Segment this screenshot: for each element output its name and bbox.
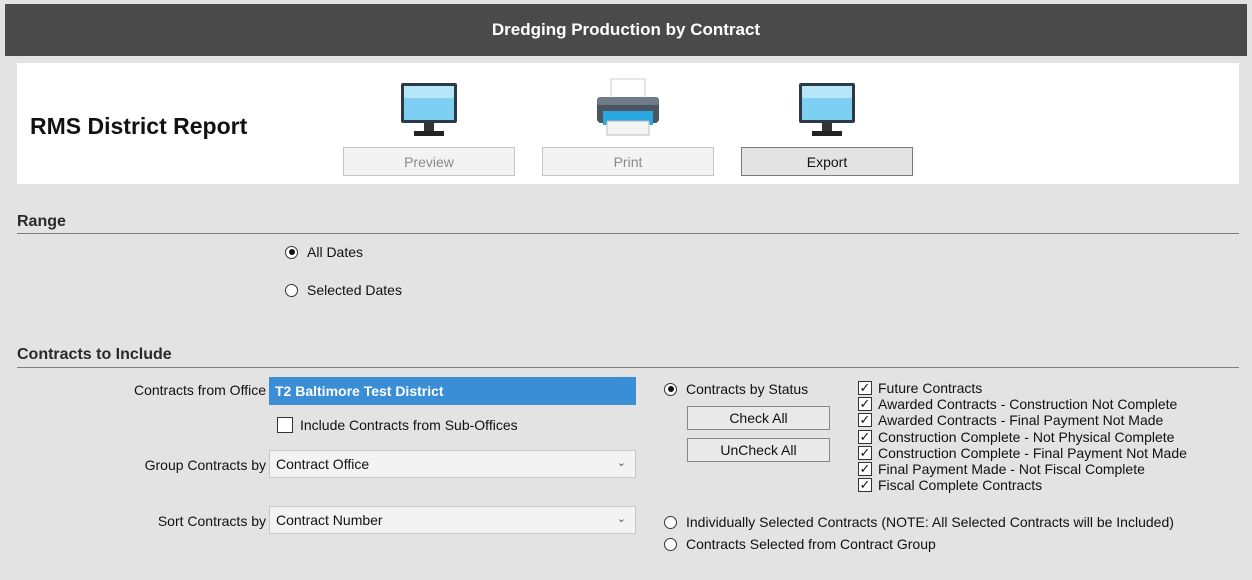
status-awarded-payment-not-made-checkbox[interactable]: ✓ Awarded Contracts - Final Payment Not … — [858, 412, 1187, 428]
sub-offices-checkbox[interactable]: Include Contracts from Sub-Offices — [277, 417, 518, 433]
group-select[interactable]: Contract Office ⌄ — [269, 450, 636, 478]
export-button[interactable]: Export — [741, 147, 913, 176]
all-dates-radio[interactable]: All Dates — [285, 244, 363, 260]
all-dates-label: All Dates — [307, 244, 364, 260]
checkbox-checked-icon: ✓ — [858, 428, 872, 444]
print-button[interactable]: Print — [542, 147, 714, 176]
contracts-divider — [17, 367, 1239, 368]
status-final-payment-not-fiscal-checkbox[interactable]: ✓ Final Payment Made - Not Fiscal Comple… — [858, 461, 1187, 477]
report-title: RMS District Report — [30, 113, 248, 139]
chevron-down-icon: ⌄ — [616, 457, 626, 469]
checkbox-checked-icon: ✓ — [858, 396, 872, 412]
monitor-icon — [741, 75, 913, 139]
range-divider — [17, 233, 1239, 234]
sub-offices-label: Include Contracts from Sub-Offices — [300, 417, 518, 433]
checkbox-checked-icon: ✓ — [858, 444, 872, 460]
individually-selected-label: Individually Selected Contracts (NOTE: A… — [686, 514, 1174, 530]
status-fiscal-complete-checkbox[interactable]: ✓ Fiscal Complete Contracts — [858, 477, 1187, 493]
export-tool: Export — [741, 75, 913, 176]
radio-unselected-icon — [285, 283, 298, 297]
status-label: Construction Complete - Not Physical Com… — [878, 428, 1175, 445]
sort-select-value: Contract Number — [276, 512, 383, 528]
selected-dates-radio[interactable]: Selected Dates — [285, 282, 402, 298]
contract-group-radio[interactable]: Contracts Selected from Contract Group — [664, 536, 936, 552]
radio-unselected-icon — [664, 515, 677, 529]
checkbox-checked-icon: ✓ — [858, 460, 872, 476]
preview-tool: Preview — [343, 75, 515, 176]
range-heading: Range — [17, 213, 66, 230]
individually-selected-radio[interactable]: Individually Selected Contracts (NOTE: A… — [664, 514, 1174, 530]
status-construction-payment-not-made-checkbox[interactable]: ✓ Construction Complete - Final Payment … — [858, 445, 1187, 461]
contracts-by-status-label: Contracts by Status — [686, 381, 809, 397]
status-construction-not-physical-checkbox[interactable]: ✓ Construction Complete - Not Physical C… — [858, 429, 1187, 445]
radio-selected-icon — [664, 382, 677, 396]
checkbox-checked-icon: ✓ — [858, 477, 872, 493]
print-tool: Print — [542, 75, 714, 176]
contracts-heading: Contracts to Include — [17, 346, 172, 363]
status-label: Future Contracts — [878, 380, 983, 396]
selected-dates-label: Selected Dates — [307, 282, 402, 298]
office-label: Contracts from Office — [133, 382, 266, 398]
checkbox-unchecked-icon — [277, 417, 293, 433]
uncheck-all-button[interactable]: UnCheck All — [687, 438, 830, 462]
checkbox-checked-icon: ✓ — [858, 380, 872, 395]
radio-unselected-icon — [664, 537, 677, 551]
sort-select[interactable]: Contract Number ⌄ — [269, 506, 636, 534]
status-awarded-not-complete-checkbox[interactable]: ✓ Awarded Contracts - Construction Not C… — [858, 396, 1187, 412]
status-label: Construction Complete - Final Payment No… — [878, 444, 1187, 461]
printer-icon — [542, 75, 714, 139]
status-checklist: ✓ Future Contracts ✓ Awarded Contracts -… — [858, 380, 1187, 493]
status-label: Awarded Contracts - Construction Not Com… — [878, 396, 1178, 413]
monitor-icon — [343, 75, 515, 139]
radio-selected-icon — [285, 245, 298, 259]
preview-button[interactable]: Preview — [343, 147, 515, 176]
status-label: Final Payment Made - Not Fiscal Complete — [878, 460, 1145, 477]
status-label: Awarded Contracts - Final Payment Not Ma… — [878, 412, 1164, 429]
sort-label: Sort Contracts by — [157, 513, 266, 529]
group-label: Group Contracts by — [144, 457, 266, 473]
check-all-button[interactable]: Check All — [687, 406, 830, 430]
checkbox-checked-icon: ✓ — [858, 412, 872, 428]
report-toolbar-panel: RMS District Report Preview Print Export — [17, 63, 1239, 184]
window-title: Dredging Production by Contract — [5, 4, 1247, 56]
contracts-by-status-radio[interactable]: Contracts by Status — [664, 381, 808, 397]
status-label: Fiscal Complete Contracts — [878, 477, 1043, 494]
chevron-down-icon: ⌄ — [616, 513, 626, 525]
group-select-value: Contract Office — [276, 456, 370, 472]
office-field[interactable]: T2 Baltimore Test District — [269, 377, 636, 405]
status-future-checkbox[interactable]: ✓ Future Contracts — [858, 380, 1187, 396]
contract-group-label: Contracts Selected from Contract Group — [686, 536, 936, 552]
